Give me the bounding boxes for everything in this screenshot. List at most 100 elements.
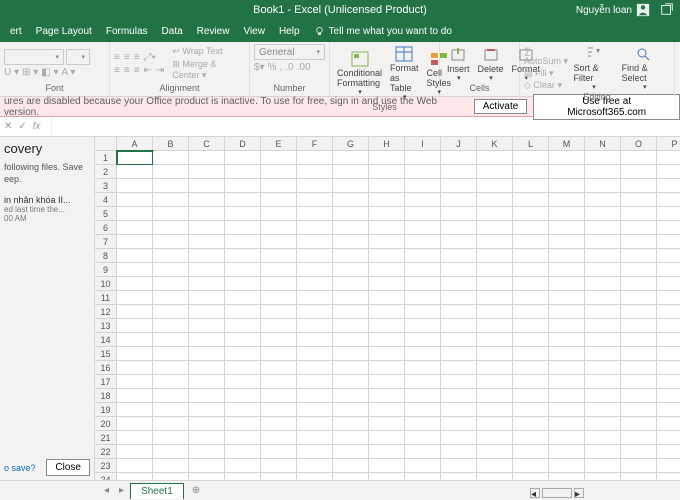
cell[interactable] [117, 417, 153, 431]
cell[interactable] [513, 403, 549, 417]
cell[interactable] [225, 403, 261, 417]
sheet-tab[interactable]: Sheet1 [130, 483, 184, 499]
align-center[interactable]: ≡ [124, 65, 130, 76]
confirm-icon[interactable]: ✓ [18, 121, 26, 132]
cell[interactable] [297, 459, 333, 473]
cell[interactable] [477, 319, 513, 333]
user-area[interactable]: Nguyễn loan [576, 3, 650, 17]
cell[interactable] [189, 319, 225, 333]
delete-cells[interactable]: Delete▾ [475, 45, 507, 83]
cell[interactable] [549, 473, 585, 480]
cell[interactable] [657, 459, 680, 473]
fill[interactable]: ▤ Fill ▾ [524, 68, 568, 79]
cell[interactable] [261, 165, 297, 179]
cell[interactable] [297, 235, 333, 249]
cell[interactable] [261, 445, 297, 459]
cell[interactable] [621, 263, 657, 277]
cell[interactable] [585, 151, 621, 165]
cell[interactable] [369, 333, 405, 347]
cell[interactable] [441, 389, 477, 403]
row-header[interactable]: 2 [95, 165, 117, 179]
cell[interactable] [189, 305, 225, 319]
cell[interactable] [657, 403, 680, 417]
cell[interactable] [117, 263, 153, 277]
cell[interactable] [477, 417, 513, 431]
activate-button[interactable]: Activate [474, 99, 528, 114]
cell[interactable] [621, 473, 657, 480]
align-mid[interactable]: ≡ [124, 52, 130, 63]
col-header[interactable]: J [441, 137, 477, 151]
row-header[interactable]: 8 [95, 249, 117, 263]
cell[interactable] [585, 403, 621, 417]
cell[interactable] [513, 389, 549, 403]
cell[interactable] [261, 263, 297, 277]
cell[interactable] [153, 473, 189, 480]
cell[interactable] [117, 249, 153, 263]
cell[interactable] [513, 179, 549, 193]
cell[interactable] [477, 193, 513, 207]
cell[interactable] [189, 459, 225, 473]
cell[interactable] [441, 291, 477, 305]
cell[interactable] [441, 263, 477, 277]
cell[interactable] [297, 277, 333, 291]
cell[interactable] [333, 277, 369, 291]
cell[interactable] [405, 263, 441, 277]
cell[interactable] [153, 375, 189, 389]
cell[interactable] [225, 165, 261, 179]
comma-button[interactable]: , [280, 62, 283, 73]
cell[interactable] [333, 221, 369, 235]
insert-cells[interactable]: Insert▾ [444, 45, 473, 83]
row-header[interactable]: 13 [95, 319, 117, 333]
cell[interactable] [405, 151, 441, 165]
cell[interactable] [405, 277, 441, 291]
cell[interactable] [297, 151, 333, 165]
cell[interactable] [513, 305, 549, 319]
cell[interactable] [477, 431, 513, 445]
cell[interactable] [369, 263, 405, 277]
cell[interactable] [441, 459, 477, 473]
cell[interactable] [657, 291, 680, 305]
cell[interactable] [657, 389, 680, 403]
cell[interactable] [477, 151, 513, 165]
cell[interactable] [549, 249, 585, 263]
cell[interactable] [117, 221, 153, 235]
align-left[interactable]: ≡ [114, 65, 120, 76]
cell[interactable] [369, 459, 405, 473]
cell[interactable] [153, 445, 189, 459]
cell[interactable] [513, 291, 549, 305]
cell[interactable] [549, 389, 585, 403]
cell[interactable] [297, 165, 333, 179]
cell[interactable] [585, 249, 621, 263]
cell[interactable] [261, 319, 297, 333]
cell[interactable] [657, 151, 680, 165]
cell[interactable] [189, 333, 225, 347]
cell[interactable] [153, 165, 189, 179]
cell[interactable] [621, 193, 657, 207]
cell[interactable] [657, 431, 680, 445]
autosum[interactable]: ∑ AutoSum ▾ [524, 46, 568, 67]
cell[interactable] [369, 445, 405, 459]
col-header[interactable]: P [657, 137, 680, 151]
cell[interactable] [657, 207, 680, 221]
cell[interactable] [117, 235, 153, 249]
cell[interactable] [189, 375, 225, 389]
cell[interactable] [621, 389, 657, 403]
cell[interactable] [153, 347, 189, 361]
cell[interactable] [261, 333, 297, 347]
cell[interactable] [477, 165, 513, 179]
cell[interactable] [657, 445, 680, 459]
cell[interactable] [477, 375, 513, 389]
cell[interactable] [513, 263, 549, 277]
underline-button[interactable]: U ▾ [4, 67, 19, 78]
cell[interactable] [405, 319, 441, 333]
cell[interactable] [189, 277, 225, 291]
cell[interactable] [585, 263, 621, 277]
cell[interactable] [117, 207, 153, 221]
cell[interactable] [585, 207, 621, 221]
cell[interactable] [585, 165, 621, 179]
cell[interactable] [225, 291, 261, 305]
cell[interactable] [189, 193, 225, 207]
col-header[interactable]: G [333, 137, 369, 151]
cell[interactable] [225, 361, 261, 375]
cell[interactable] [189, 417, 225, 431]
